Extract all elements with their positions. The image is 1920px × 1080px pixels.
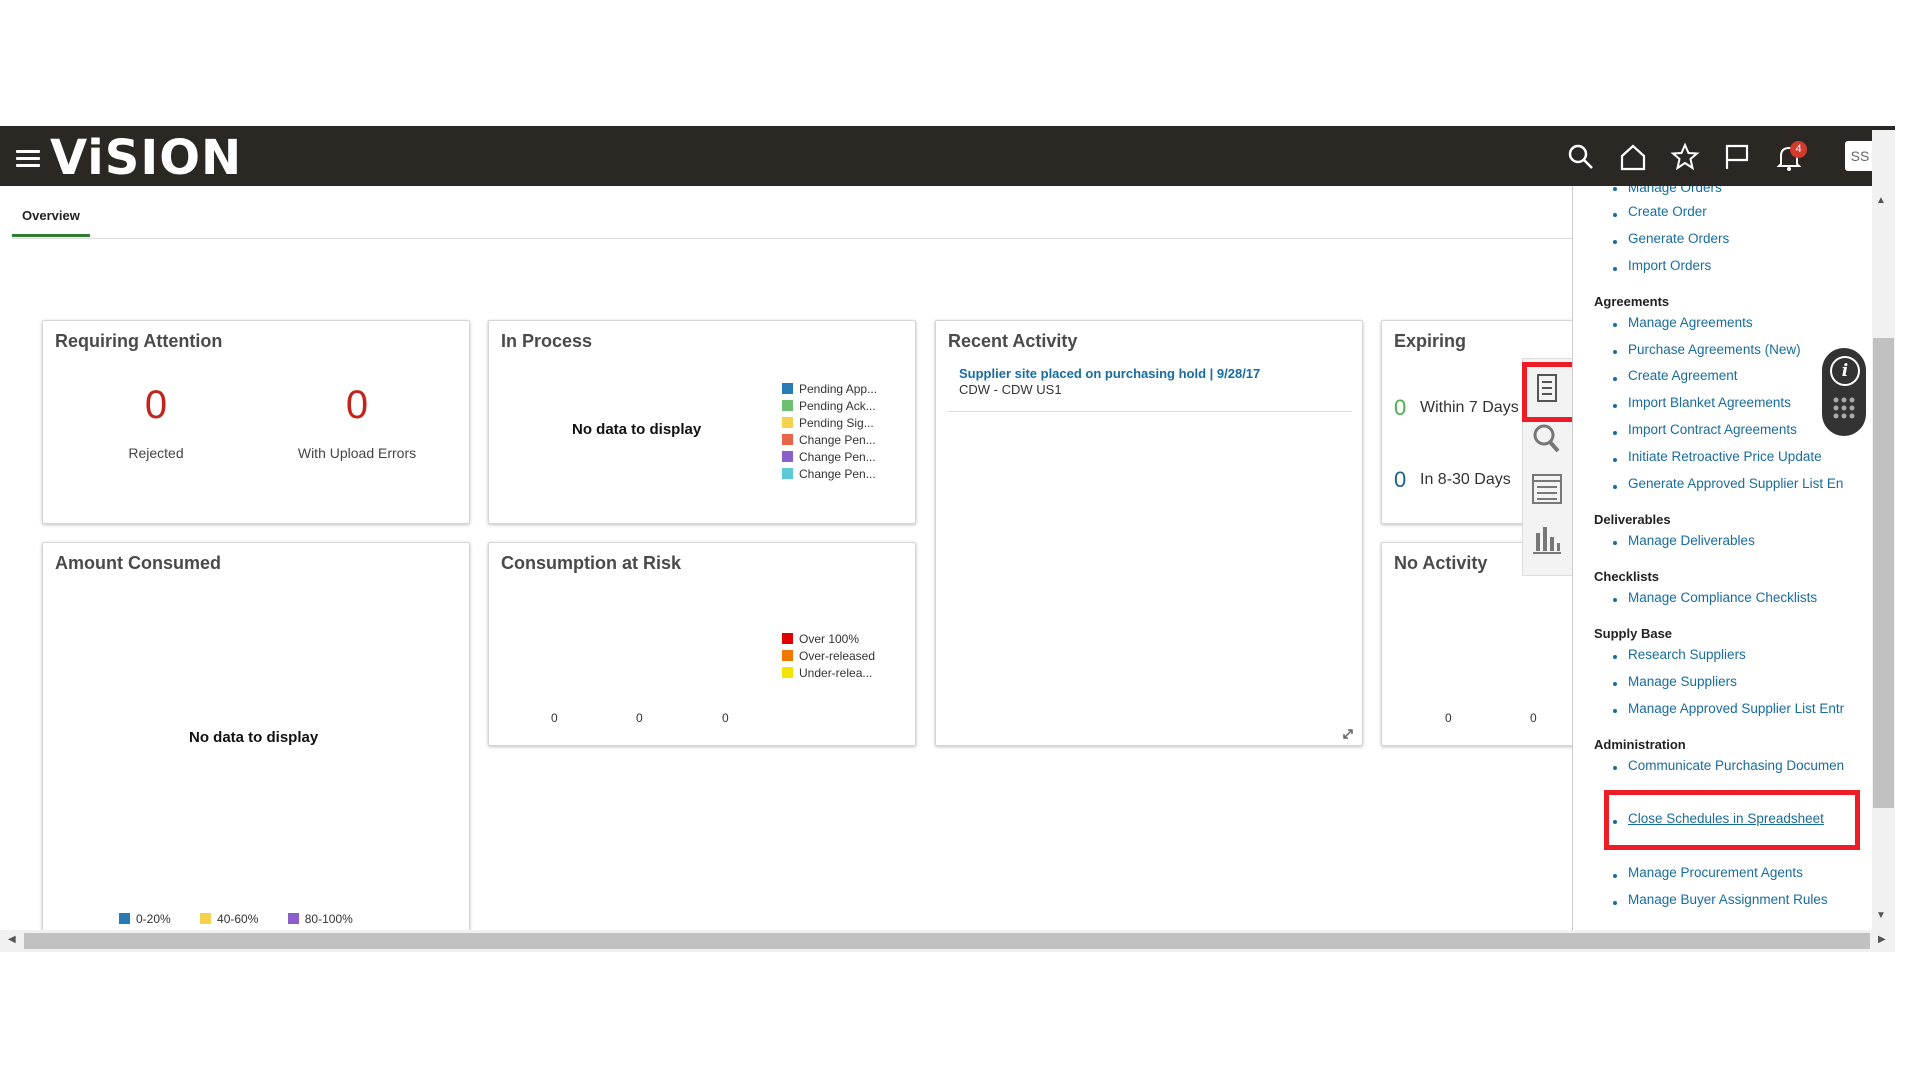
notification-badge: 4 [1790,141,1807,158]
legend-item: 80-100% [287,912,353,926]
activity-link[interactable]: Supplier site placed on purchasing hold … [959,366,1260,381]
horizontal-scroll-thumb[interactable] [24,933,1870,949]
tab-overview[interactable]: Overview [12,204,90,237]
requiring-attention-card: Requiring Attention 0 Rejected 0 With Up… [42,320,470,524]
upload-errors-label: With Upload Errors [297,445,417,461]
home-icon[interactable] [1618,142,1648,172]
highlight-box [1604,790,1860,850]
scroll-up-icon[interactable]: ▲ [1876,195,1886,206]
task-link[interactable]: Initiate Retroactive Price Update [1628,449,1822,464]
legend-item: Change Pen... [782,466,877,483]
task-link[interactable]: Create Agreement [1628,368,1738,383]
task-link[interactable]: Import Blanket Agreements [1628,395,1791,410]
in-8-30-days-count[interactable]: 0 [1394,467,1406,493]
task-link[interactable]: Manage Approved Supplier List Entr [1628,701,1844,716]
task-link[interactable]: Manage Compliance Checklists [1628,590,1817,605]
task-link[interactable]: Manage Deliverables [1628,533,1755,548]
legend-item: Pending Ack... [782,398,877,415]
axis-label: 0 [551,711,558,725]
apps-grid-icon[interactable] [1832,396,1856,420]
in-8-30-days-label: In 8-30 Days [1420,471,1511,488]
chart-legend: Over 100% Over-released Under-relea... [782,631,875,682]
scroll-right-icon[interactable]: ▶ [1878,934,1886,945]
task-link[interactable]: Purchase Agreements (New) [1628,342,1801,357]
legend-item: Pending Sig... [782,415,877,432]
within-7-days-label: Within 7 Days [1420,399,1519,416]
legend-item: 40-60% [200,912,258,926]
upload-errors-count[interactable]: 0 [297,383,417,428]
task-link[interactable]: Research Suppliers [1628,647,1746,662]
section-heading: Deliverables [1594,512,1671,527]
recent-activity-card: Recent Activity Supplier site placed on … [935,320,1363,746]
star-icon[interactable] [1670,142,1700,172]
axis-label: 0 [1445,711,1452,725]
legend-item: Over-released [782,648,875,665]
task-link[interactable]: Manage Orders [1628,186,1722,195]
search-icon[interactable] [1527,419,1567,459]
tab-bar: Overview [12,196,1572,239]
legend-item: Change Pen... [782,449,877,466]
menu-icon[interactable] [16,150,40,167]
card-title: No Activity [1394,553,1488,573]
task-link[interactable]: Communicate Purchasing Documen [1628,758,1844,773]
reports-icon[interactable] [1527,519,1567,559]
task-link[interactable]: Manage Buyer Assignment Rules [1628,892,1828,907]
card-title: Expiring [1394,331,1467,351]
scroll-down-icon[interactable]: ▼ [1876,910,1886,921]
section-heading: Checklists [1594,569,1660,584]
user-avatar[interactable]: SS [1845,141,1875,171]
legend-item: Under-relea... [782,665,875,682]
legend-item: Pending App... [782,381,877,398]
chart-legend: 0-20% 40-60% 80-100% [119,911,353,928]
task-link[interactable]: Create Order [1628,204,1707,219]
axis-label: 0 [1530,711,1537,725]
in-process-card: In Process No data to display Pending Ap… [488,320,916,524]
axis-label: 0 [722,711,729,725]
legend-item: Change Pen... [782,432,877,449]
info-icon[interactable]: i [1830,356,1860,386]
section-heading: Agreements [1594,294,1670,309]
section-heading: Supply Base [1594,626,1673,641]
task-link[interactable]: Import Orders [1628,258,1711,273]
no-data-message: No data to display [572,421,702,438]
scroll-left-icon[interactable]: ◀ [8,934,16,945]
task-link[interactable]: Import Contract Agreements [1628,422,1797,437]
rejected-count[interactable]: 0 [96,383,216,428]
legend-item: Over 100% [782,631,875,648]
help-widget[interactable]: i [1822,348,1866,436]
flag-icon[interactable] [1722,142,1752,172]
card-title: Recent Activity [948,331,1078,351]
no-data-message: No data to display [189,729,319,746]
task-link[interactable]: Manage Suppliers [1628,674,1737,689]
task-link[interactable]: Manage Agreements [1628,315,1753,330]
rejected-label: Rejected [128,445,184,461]
logo: ViSION [50,130,243,186]
task-link[interactable]: Generate Orders [1628,231,1729,246]
card-title: Amount Consumed [55,553,221,573]
task-link[interactable]: Generate Approved Supplier List En [1628,476,1843,491]
legend-item: 0-20% [119,912,171,926]
consumption-at-risk-card: Consumption at Risk Over 100% Over-relea… [488,542,916,746]
global-header [0,126,1895,186]
card-title: Consumption at Risk [501,553,682,573]
activity-subtext: CDW - CDW US1 [959,382,1062,397]
amount-consumed-card: Amount Consumed No data to display 0-20%… [42,542,470,933]
axis-label: 0 [636,711,643,725]
within-7-days-count[interactable]: 0 [1394,395,1406,421]
search-icon[interactable] [1566,142,1596,172]
card-title: In Process [501,331,593,351]
expand-icon[interactable] [1342,727,1354,739]
vertical-scroll-thumb[interactable] [1873,338,1894,808]
list-icon[interactable] [1527,469,1567,509]
chart-legend: Pending App... Pending Ack... Pending Si… [782,381,877,483]
divider [948,411,1352,412]
card-title: Requiring Attention [55,331,223,351]
section-heading: Administration [1594,737,1686,752]
task-link[interactable]: Manage Procurement Agents [1628,865,1803,880]
